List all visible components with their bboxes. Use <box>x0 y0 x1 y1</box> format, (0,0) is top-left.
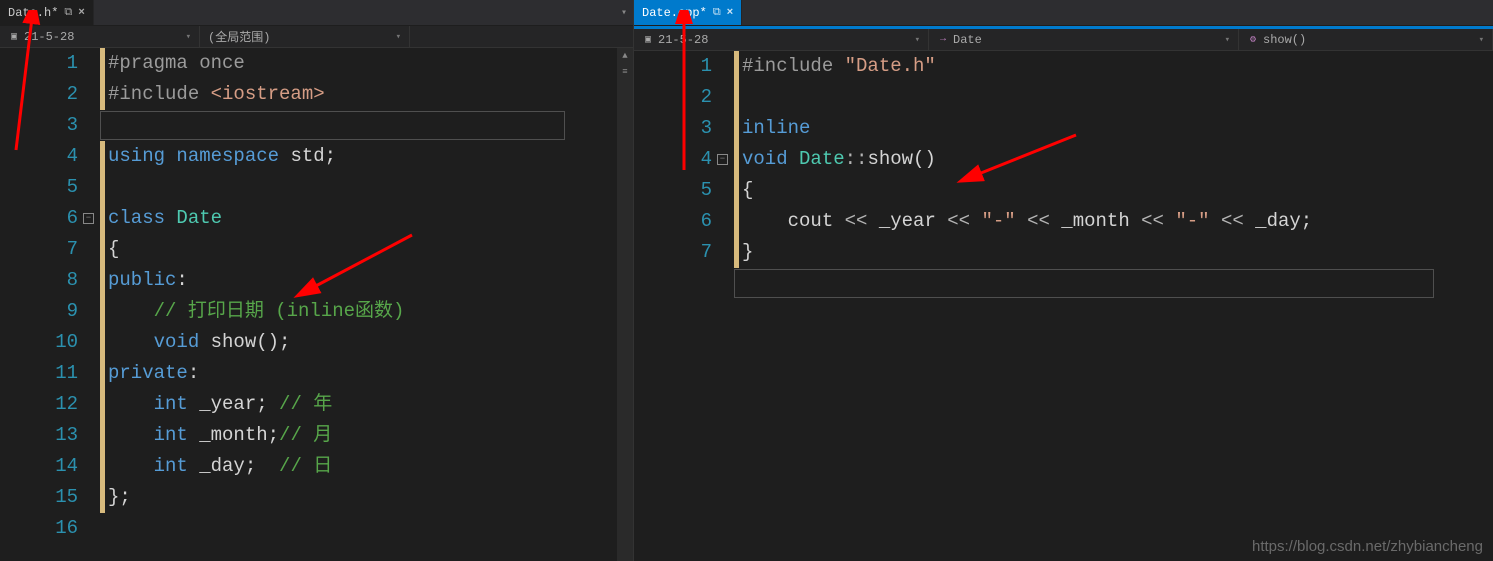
line-number: 16 <box>0 513 78 544</box>
change-indicator <box>100 141 105 513</box>
nav-text: 21-5-28 <box>24 30 74 44</box>
code-line: #include "Date.h" <box>742 51 1493 82</box>
navbar-left: ▣ 21-5-28 ▾ (全局范围) ▾ <box>0 26 633 48</box>
code-line <box>742 82 1493 113</box>
code-line: int _day; // 日 <box>108 451 633 482</box>
code-line: void show(); <box>108 327 633 358</box>
pin-icon[interactable]: ⧉ <box>64 7 72 19</box>
nav-text: 21-5-28 <box>658 33 708 47</box>
nav-text: Date <box>953 33 982 47</box>
tabbar-right: Date.cpp* ⧉ × <box>634 0 1493 26</box>
line-number: 12 <box>0 389 78 420</box>
code-line: void Date::show() <box>742 144 1493 175</box>
line-number: 3 <box>634 113 712 144</box>
code-line: private: <box>108 358 633 389</box>
chevron-down-icon: ▾ <box>396 32 401 42</box>
tab-title: Date.cpp* <box>642 6 707 20</box>
line-number: 7 <box>634 237 712 268</box>
tab-date-h[interactable]: Date.h* ⧉ × <box>0 0 94 25</box>
editor-left[interactable]: 1 2 3 4 5 6 7 8 9 10 11 12 13 14 15 16 −… <box>0 48 633 561</box>
chevron-down-icon: ▾ <box>1479 35 1484 45</box>
nav-scope-class[interactable]: → Date ▾ <box>929 29 1239 50</box>
chevron-down-icon: ▾ <box>915 35 920 45</box>
code-area-right[interactable]: #include "Date.h" inline void Date::show… <box>734 51 1493 561</box>
code-line <box>108 110 633 141</box>
editor-pane-right: Date.cpp* ⧉ × ▣ 21-5-28 ▾ → Date ▾ ⚙ sho… <box>634 0 1493 561</box>
line-number: 14 <box>0 451 78 482</box>
tab-title: Date.h* <box>8 6 58 20</box>
line-number: 3 <box>0 110 78 141</box>
tabbar-left: Date.h* ⧉ × ▾ <box>0 0 633 26</box>
change-indicator <box>734 51 739 268</box>
code-line: }; <box>108 482 633 513</box>
line-number: 11 <box>0 358 78 389</box>
tabbar-overflow[interactable]: ▾ <box>621 0 633 25</box>
project-icon: ▣ <box>642 34 654 46</box>
code-line: using namespace std; <box>108 141 633 172</box>
code-line: // 打印日期 (inline函数) <box>108 296 633 327</box>
fold-toggle-icon[interactable]: − <box>83 213 94 224</box>
method-icon: ⚙ <box>1247 34 1259 46</box>
chevron-down-icon: ▾ <box>186 32 191 42</box>
cursor-line-highlight <box>734 269 1434 298</box>
code-line <box>108 513 633 544</box>
code-line: int _month;// 月 <box>108 420 633 451</box>
code-line: #include <iostream> <box>108 79 633 110</box>
code-line: public: <box>108 265 633 296</box>
line-number: 6 <box>0 203 78 234</box>
line-gutter: 1 2 3 4 5 6 7 − <box>634 51 734 561</box>
line-number: 2 <box>0 79 78 110</box>
watermark-text: https://blog.csdn.net/zhybiancheng <box>1252 538 1483 555</box>
line-number: 2 <box>634 82 712 113</box>
navbar-right: ▣ 21-5-28 ▾ → Date ▾ ⚙ show() ▾ <box>634 29 1493 51</box>
code-line: } <box>742 237 1493 268</box>
nav-scope-method[interactable]: ⚙ show() ▾ <box>1239 29 1493 50</box>
code-line: { <box>742 175 1493 206</box>
fold-toggle-icon[interactable]: − <box>717 154 728 165</box>
code-line: int _year; // 年 <box>108 389 633 420</box>
vertical-scrollbar[interactable]: ▲ ≡ <box>617 48 633 561</box>
code-line: class Date <box>108 203 633 234</box>
nav-scope-project[interactable]: ▣ 21-5-28 ▾ <box>634 29 929 50</box>
pin-icon[interactable]: ⧉ <box>713 7 721 19</box>
editor-right[interactable]: 1 2 3 4 5 6 7 − #include "Date.h" inline… <box>634 51 1493 561</box>
close-icon[interactable]: × <box>78 7 85 19</box>
line-number: 10 <box>0 327 78 358</box>
line-number: 1 <box>0 48 78 79</box>
code-area-left[interactable]: #pragma once #include <iostream> using n… <box>100 48 633 561</box>
line-number: 8 <box>0 265 78 296</box>
nav-scope-global[interactable]: (全局范围) ▾ <box>200 26 410 47</box>
line-number: 15 <box>0 482 78 513</box>
tab-date-cpp[interactable]: Date.cpp* ⧉ × <box>634 0 742 25</box>
code-line <box>108 172 633 203</box>
line-gutter: 1 2 3 4 5 6 7 8 9 10 11 12 13 14 15 16 − <box>0 48 100 561</box>
line-number: 13 <box>0 420 78 451</box>
nav-text: show() <box>1263 33 1306 47</box>
editor-pane-left: Date.h* ⧉ × ▾ ▣ 21-5-28 ▾ (全局范围) ▾ 1 2 3… <box>0 0 634 561</box>
line-number: 4 <box>0 141 78 172</box>
class-icon: → <box>937 34 949 46</box>
code-line: inline <box>742 113 1493 144</box>
code-line: #pragma once <box>108 48 633 79</box>
line-number: 7 <box>0 234 78 265</box>
nav-scope-project[interactable]: ▣ 21-5-28 ▾ <box>0 26 200 47</box>
project-icon: ▣ <box>8 31 20 43</box>
close-icon[interactable]: × <box>727 7 734 19</box>
line-number: 5 <box>634 175 712 206</box>
line-number: 5 <box>0 172 78 203</box>
line-number: 4 <box>634 144 712 175</box>
code-line: cout << _year << "-" << _month << "-" <<… <box>742 206 1493 237</box>
line-number: 6 <box>634 206 712 237</box>
code-line: { <box>108 234 633 265</box>
change-indicator <box>100 48 105 110</box>
line-number: 1 <box>634 51 712 82</box>
nav-text: (全局范围) <box>208 28 270 45</box>
chevron-down-icon: ▾ <box>1225 35 1230 45</box>
line-number: 9 <box>0 296 78 327</box>
scroll-split-icon[interactable]: ≡ <box>617 64 633 80</box>
